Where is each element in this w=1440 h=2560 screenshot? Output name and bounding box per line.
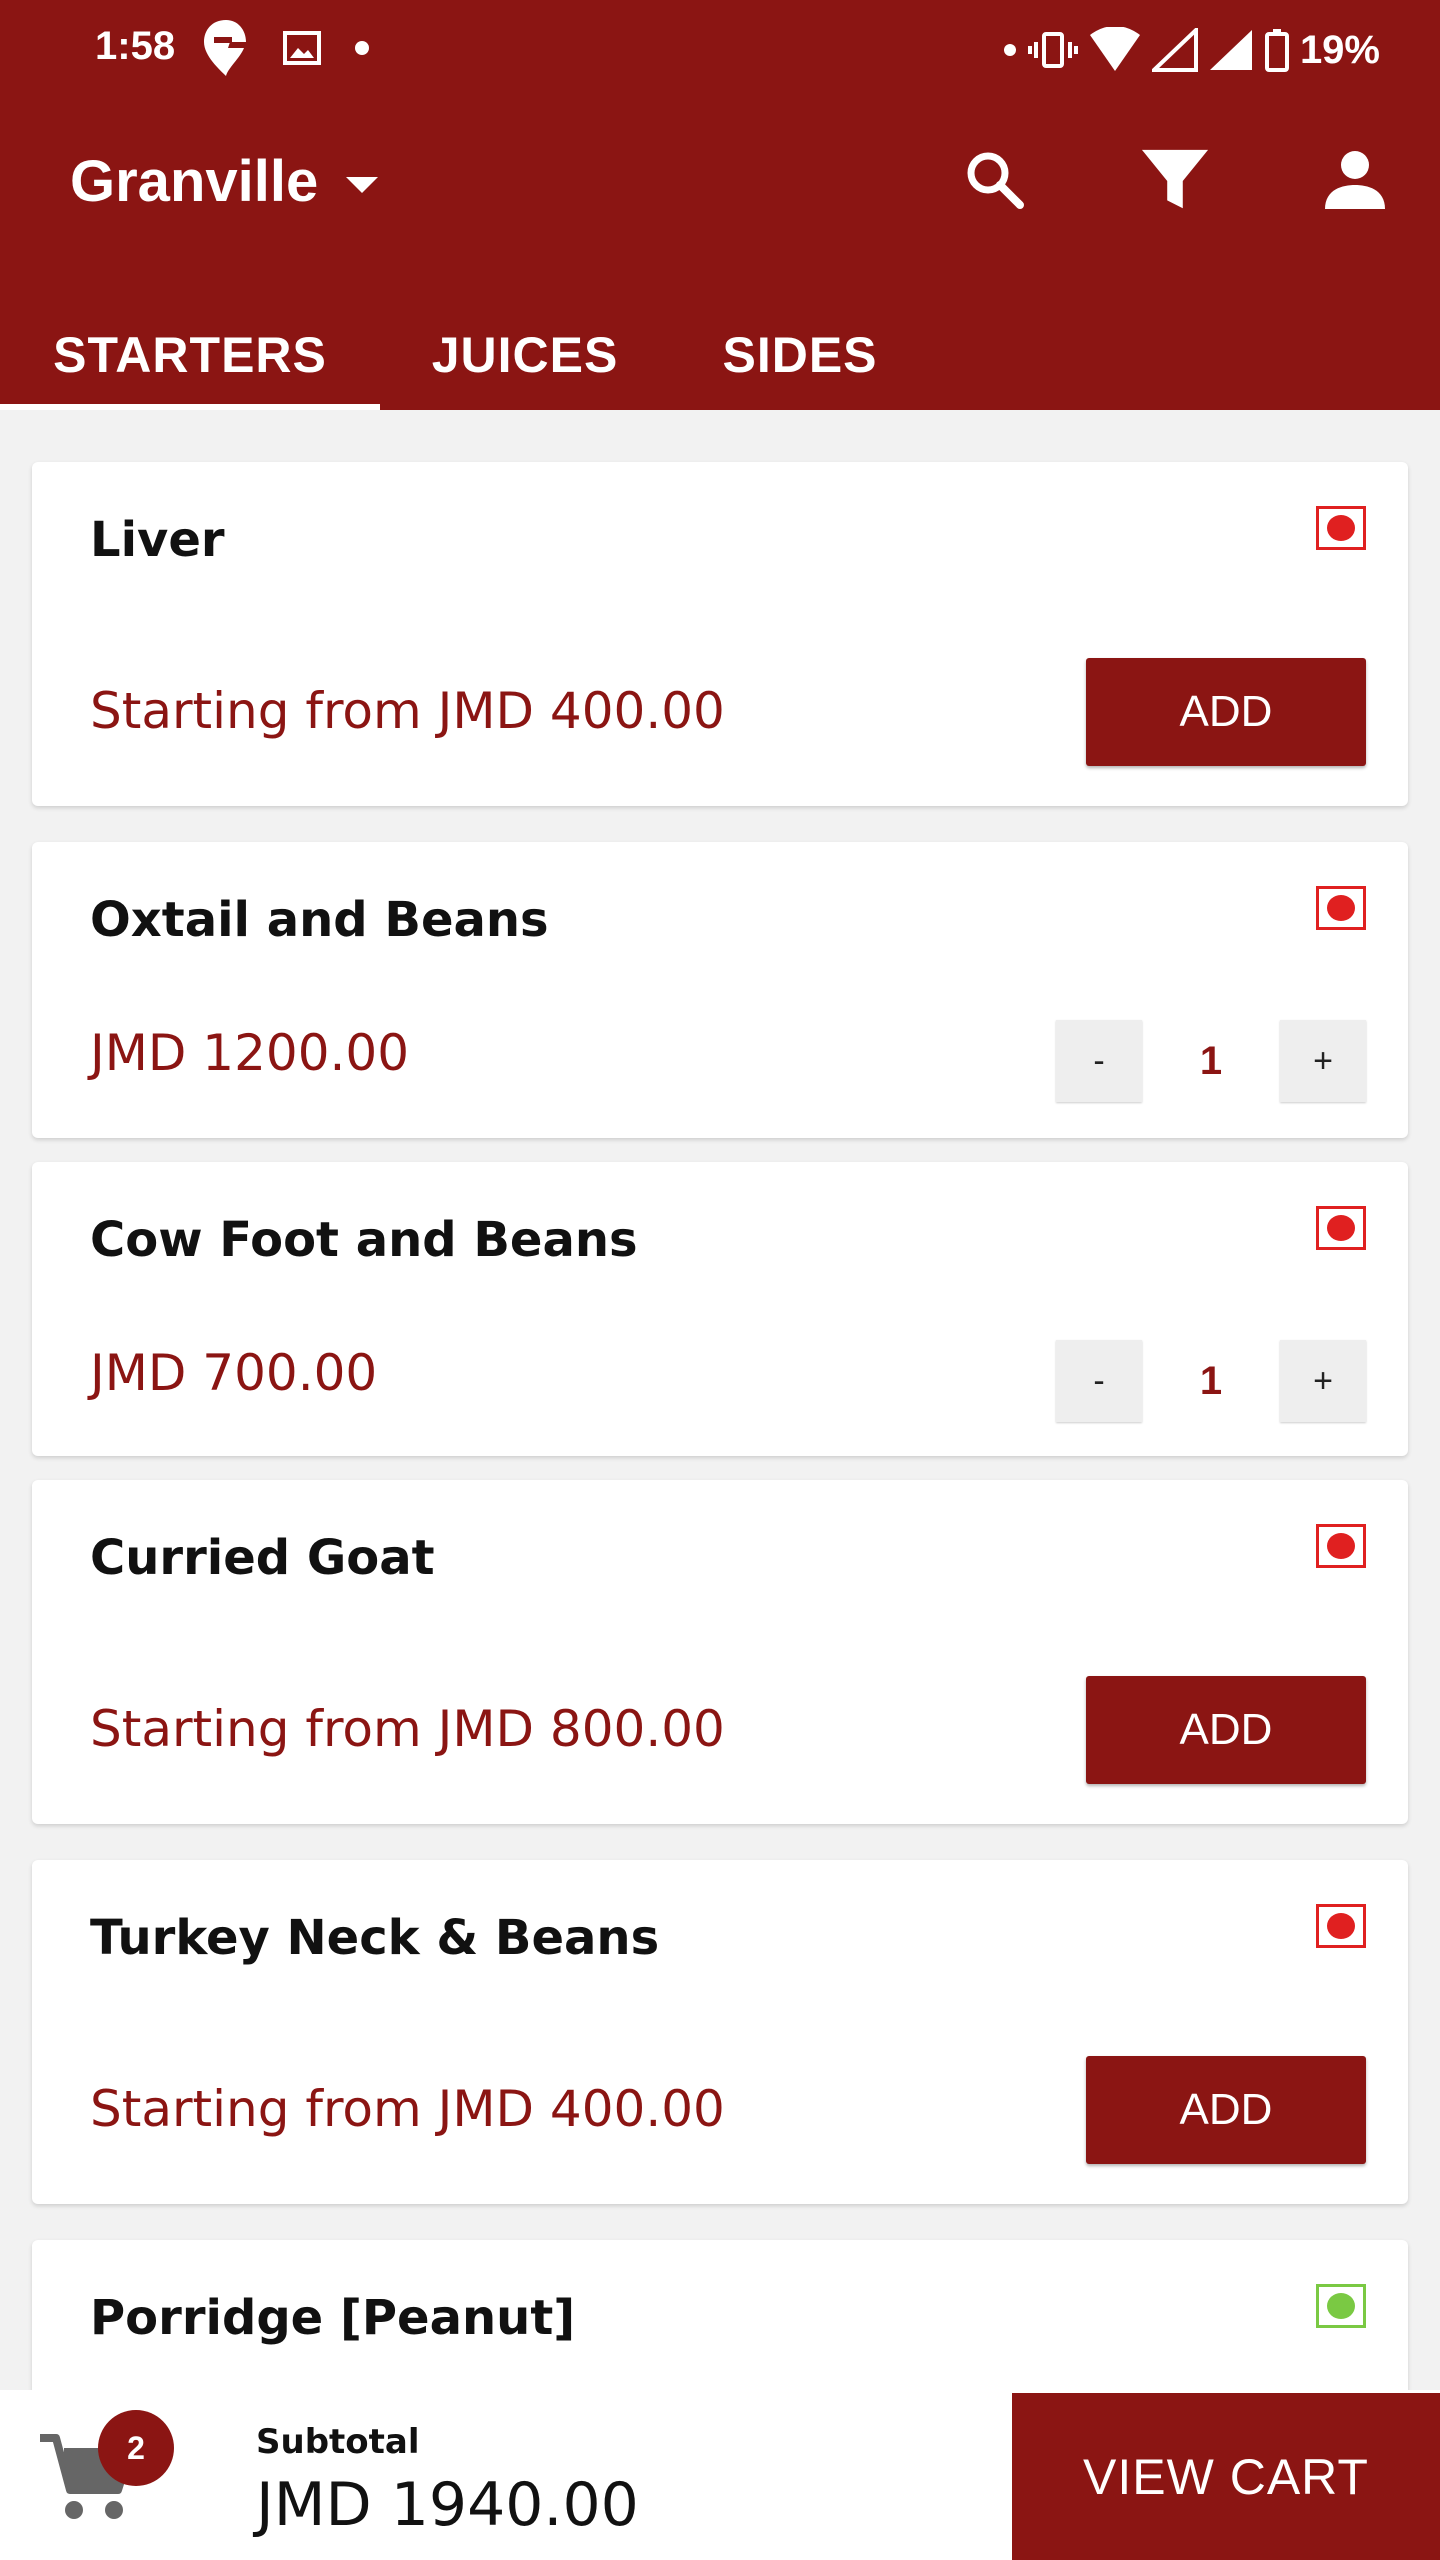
cart-count-badge: 2 <box>98 2410 174 2486</box>
battery-icon <box>1264 29 1289 72</box>
view-cart-button[interactable]: VIEW CART <box>1012 2393 1440 2560</box>
wifi-icon <box>1089 27 1140 71</box>
tab-juices[interactable]: JUICES <box>390 300 660 410</box>
increment-button[interactable]: + <box>1280 1020 1366 1102</box>
increment-button[interactable]: + <box>1280 1340 1366 1422</box>
swiggy-icon <box>200 18 252 83</box>
dot-icon <box>352 38 372 63</box>
location-label: Granville <box>70 149 319 214</box>
item-name: Liver <box>90 512 225 568</box>
filter-icon[interactable] <box>1140 145 1210 215</box>
vibrate-icon <box>1027 32 1078 68</box>
menu-item-card: Oxtail and Beans JMD 1200.00 - 1 + <box>32 842 1408 1138</box>
subtotal-value: JMD 1940.00 <box>256 2470 639 2540</box>
menu-list[interactable]: Liver Starting from JMD 400.00 ADD Oxtai… <box>0 410 1440 2390</box>
menu-item-card: Liver Starting from JMD 400.00 ADD <box>32 462 1408 806</box>
menu-item-card: Curried Goat Starting from JMD 800.00 AD… <box>32 1480 1408 1824</box>
image-icon <box>282 30 322 71</box>
battery-percent: 19% <box>1299 27 1380 72</box>
non-veg-indicator-icon <box>1316 1206 1366 1250</box>
item-price: JMD 1200.00 <box>90 1024 410 1082</box>
signal-icon <box>1209 30 1252 70</box>
quantity-stepper: - 1 + <box>1056 1020 1366 1102</box>
veg-indicator-icon <box>1316 2284 1366 2328</box>
signal-icon <box>1151 28 1198 72</box>
item-price: Starting from JMD 800.00 <box>90 1700 725 1758</box>
status-bar: 1:58 19% <box>0 0 1440 100</box>
item-price: Starting from JMD 400.00 <box>90 2080 725 2138</box>
quantity-stepper: - 1 + <box>1056 1340 1366 1422</box>
menu-item-card: Cow Foot and Beans JMD 700.00 - 1 + <box>32 1162 1408 1456</box>
menu-item-card: Turkey Neck & Beans Starting from JMD 40… <box>32 1860 1408 2204</box>
non-veg-indicator-icon <box>1316 1524 1366 1568</box>
subtotal-label: Subtotal <box>256 2422 420 2462</box>
decrement-button[interactable]: - <box>1056 1340 1142 1422</box>
account-icon[interactable] <box>1320 145 1390 215</box>
item-name: Turkey Neck & Beans <box>90 1910 660 1966</box>
item-price: JMD 700.00 <box>90 1344 378 1402</box>
caret-down-icon <box>346 176 379 193</box>
item-name: Cow Foot and Beans <box>90 1212 638 1268</box>
non-veg-indicator-icon <box>1316 1904 1366 1948</box>
menu-item-card: Porridge [Peanut] <box>32 2240 1408 2390</box>
category-tabs: STARTERS JUICES SIDES <box>0 300 1440 410</box>
item-name: Oxtail and Beans <box>90 892 549 948</box>
add-button[interactable]: ADD <box>1086 1676 1366 1784</box>
decrement-button[interactable]: - <box>1056 1020 1142 1102</box>
quantity-value: 1 <box>1199 1358 1223 1403</box>
tab-starters[interactable]: STARTERS <box>0 300 380 410</box>
add-button[interactable]: ADD <box>1086 658 1366 766</box>
quantity-value: 1 <box>1199 1038 1223 1083</box>
item-price: Starting from JMD 400.00 <box>90 682 725 740</box>
cart-button[interactable]: 2 <box>36 2410 174 2530</box>
app-bar: 1:58 19% Granville STARTERS JUICES SIDES <box>0 0 1440 410</box>
tab-sides[interactable]: SIDES <box>680 300 920 410</box>
status-time: 1:58 <box>95 24 176 68</box>
location-selector[interactable]: Granville <box>70 148 379 215</box>
dot-icon <box>1003 44 1016 56</box>
add-button[interactable]: ADD <box>1086 2056 1366 2164</box>
non-veg-indicator-icon <box>1316 506 1366 550</box>
non-veg-indicator-icon <box>1316 886 1366 930</box>
item-name: Curried Goat <box>90 1530 435 1586</box>
item-name: Porridge [Peanut] <box>90 2290 576 2346</box>
search-icon[interactable] <box>960 145 1030 215</box>
